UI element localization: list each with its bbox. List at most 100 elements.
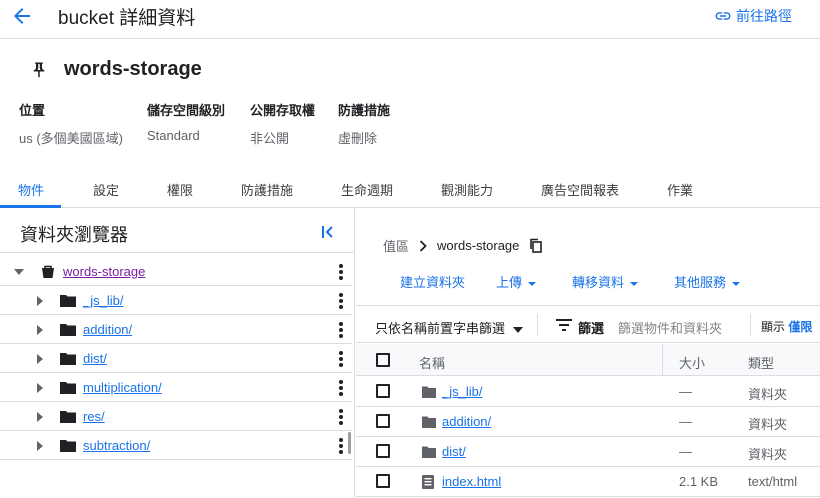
object-type: 資料夾 [748, 387, 788, 402]
bucket-pin-icon [33, 62, 45, 77]
tab-settings[interactable]: 設定 [93, 180, 119, 199]
tree-row[interactable]: res/ [0, 402, 352, 431]
filter-input[interactable]: 篩選物件和資料夾 [618, 318, 722, 337]
table-row: dist/ — 資料夾 [356, 437, 820, 467]
caret-right-icon[interactable] [36, 324, 44, 336]
other-services-button[interactable]: 其他服務 [674, 272, 741, 291]
caret-right-icon[interactable] [36, 353, 44, 365]
transfer-data-button[interactable]: 轉移資料 [572, 272, 639, 291]
row-checkbox[interactable] [376, 384, 390, 398]
dropdown-caret-icon [528, 281, 537, 286]
tab-permissions[interactable]: 權限 [167, 180, 193, 199]
object-size: — [679, 444, 692, 459]
tree-folder-label[interactable]: addition/ [83, 322, 132, 337]
divider [537, 314, 538, 336]
object-type: text/html [748, 474, 798, 489]
more-options-icon[interactable] [338, 264, 344, 280]
more-options-icon[interactable] [338, 351, 344, 367]
transfer-data-label: 轉移資料 [572, 275, 625, 290]
tab-operations[interactable]: 作業 [667, 180, 693, 199]
caret-right-icon[interactable] [36, 295, 44, 307]
divider [750, 314, 751, 336]
tree-scrollbar[interactable] [348, 432, 351, 454]
file-icon [422, 475, 434, 489]
row-checkbox[interactable] [376, 444, 390, 458]
more-options-icon[interactable] [338, 438, 344, 454]
tree-folder-label[interactable]: dist/ [83, 351, 107, 366]
caret-right-icon[interactable] [36, 411, 44, 423]
link-icon [715, 12, 731, 20]
breadcrumb-root[interactable]: 值區 [383, 236, 409, 255]
prefix-filter-label: 只依名稱前置字串篩選 [375, 321, 506, 336]
table-header: 名稱 大小 類型 [356, 344, 820, 376]
row-checkbox[interactable] [376, 414, 390, 428]
folder-icon [422, 446, 436, 458]
create-folder-button[interactable]: 建立資料夾 [400, 272, 465, 291]
folder-icon [422, 416, 436, 428]
goto-path-button[interactable]: 前往路徑 [714, 6, 792, 26]
bucket-heading: words-storage [30, 58, 202, 81]
breadcrumb: 值區 words-storage [383, 236, 543, 255]
more-options-icon[interactable] [338, 409, 344, 425]
page-title: bucket 詳細資料 [58, 8, 196, 29]
tree-row[interactable]: multiplication/ [0, 373, 352, 402]
table-row: addition/ — 資料夾 [356, 407, 820, 437]
column-name[interactable]: 名稱 [419, 353, 445, 372]
more-options-icon[interactable] [338, 380, 344, 396]
select-all-checkbox[interactable] [376, 353, 390, 367]
tree-row-root[interactable]: words-storage [0, 257, 352, 286]
object-size: 2.1 KB [679, 474, 719, 489]
folder-browser-title: 資料夾瀏覽器 [20, 225, 128, 245]
object-type: 資料夾 [748, 447, 788, 462]
show-selector[interactable]: 顯示 僅限 [761, 318, 812, 335]
table-row: _js_lib/ — 資料夾 [356, 377, 820, 407]
tree-root-label[interactable]: words-storage [63, 264, 145, 279]
info-value: us (多個美國區域) [19, 131, 124, 146]
object-size: — [679, 384, 692, 399]
info-value: Standard [147, 128, 200, 143]
object-name-link[interactable]: dist/ [442, 444, 466, 459]
more-options-icon[interactable] [338, 322, 344, 338]
info-label: 公開存取權 [250, 103, 316, 118]
upload-button[interactable]: 上傳 [496, 272, 537, 291]
tab-lifecycle[interactable]: 生命週期 [341, 180, 393, 199]
object-name-link[interactable]: addition/ [442, 414, 491, 429]
tree-folder-label[interactable]: subtraction/ [83, 438, 150, 453]
caret-expanded-icon[interactable] [13, 268, 25, 276]
tab-bar: 物件 設定 權限 防護措施 生命週期 觀測能力 廣告空間報表 作業 [0, 172, 820, 208]
tree-row[interactable]: addition/ [0, 315, 352, 344]
tab-objects[interactable]: 物件 [18, 180, 44, 199]
more-options-icon[interactable] [338, 293, 344, 309]
upload-label: 上傳 [496, 275, 523, 290]
row-checkbox[interactable] [376, 474, 390, 488]
tree-folder-label[interactable]: res/ [83, 409, 105, 424]
object-name-link[interactable]: _js_lib/ [442, 384, 482, 399]
tab-inventory-reports[interactable]: 廣告空間報表 [541, 180, 619, 199]
tree-divider [0, 252, 355, 253]
show-label: 顯示 [761, 320, 786, 334]
prefix-filter-dropdown[interactable]: 只依名稱前置字串篩選 [375, 318, 523, 337]
folder-icon [60, 295, 76, 307]
object-name-link[interactable]: index.html [442, 474, 501, 489]
tree-folder-label[interactable]: multiplication/ [83, 380, 162, 395]
tree-folder-label[interactable]: _js_lib/ [83, 293, 123, 308]
tab-protection[interactable]: 防護措施 [241, 180, 293, 199]
filter-label: 篩選 [578, 321, 605, 336]
caret-right-icon[interactable] [36, 440, 44, 452]
tab-observability[interactable]: 觀測能力 [441, 180, 493, 199]
caret-right-icon[interactable] [36, 382, 44, 394]
folder-icon [60, 411, 76, 423]
folder-icon [60, 440, 76, 452]
tree-row[interactable]: dist/ [0, 344, 352, 373]
info-label: 防護措施 [338, 103, 391, 118]
column-type[interactable]: 類型 [748, 353, 774, 372]
column-size[interactable]: 大小 [679, 353, 705, 372]
info-storage-class: 儲存空間級別 Standard [147, 100, 225, 143]
bucket-name: words-storage [64, 58, 202, 80]
collapse-panel-icon[interactable] [320, 224, 336, 240]
tree-row[interactable]: _js_lib/ [0, 286, 352, 315]
back-arrow-icon[interactable] [10, 4, 34, 28]
copy-icon[interactable] [529, 238, 543, 253]
tree-row[interactable]: subtraction/ [0, 431, 352, 460]
breadcrumb-current: words-storage [437, 238, 520, 253]
